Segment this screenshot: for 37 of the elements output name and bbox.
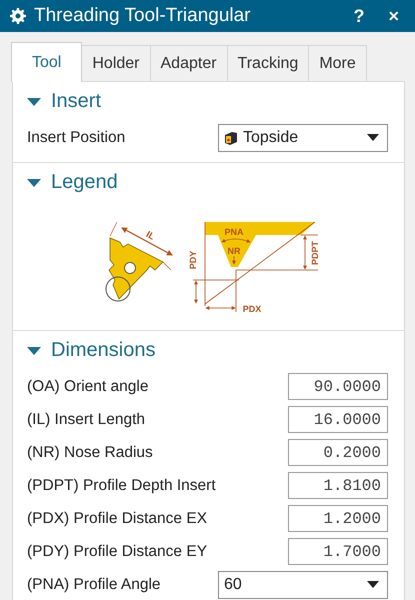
dimension-label: PDY <box>188 250 198 270</box>
help-button[interactable]: ? <box>345 6 372 26</box>
section-header[interactable]: Insert <box>27 88 102 115</box>
field-label: (PDX) Profile Distance EX <box>27 510 208 528</box>
dropdown-arrow-icon <box>367 581 379 588</box>
close-button[interactable]: × <box>380 6 407 26</box>
field-label: (PNA) Profile Angle <box>27 576 161 594</box>
tab[interactable]: Tool <box>11 42 82 82</box>
dimension-label: PDX <box>242 304 261 314</box>
caret-icon <box>27 178 41 188</box>
insert-position-icon <box>224 130 238 146</box>
number-field[interactable]: 16.0000 <box>288 406 388 433</box>
field-label: (PDPT) Profile Depth Insert <box>27 476 216 494</box>
section-header[interactable]: Dimensions <box>27 337 156 364</box>
dimension-label: PNA <box>224 227 243 237</box>
dimension-label: PDPT <box>310 241 320 265</box>
field-label: (NR) Nose Radius <box>27 444 153 462</box>
dimension-label: IL <box>144 229 156 242</box>
dropdown-arrow-icon <box>367 134 379 141</box>
dropdown[interactable]: Topside <box>218 124 388 152</box>
caret-icon <box>27 96 41 106</box>
number-field[interactable]: 0.2000 <box>288 439 388 466</box>
field-label: (PDY) Profile Distance EY <box>27 542 208 560</box>
dimension-label: NR <box>227 246 240 256</box>
number-field[interactable]: 1.8100 <box>288 472 388 499</box>
number-field[interactable]: 1.2000 <box>288 505 388 532</box>
settings-icon[interactable] <box>10 8 26 24</box>
number-field[interactable]: 1.7000 <box>288 538 388 565</box>
field-label: Insert Position <box>27 128 126 146</box>
caret-icon <box>27 346 41 356</box>
dropdown[interactable]: 60 <box>218 570 388 598</box>
section-header[interactable]: Legend <box>27 169 118 196</box>
number-field[interactable]: 90.0000 <box>288 373 388 400</box>
tab[interactable]: More <box>308 45 367 81</box>
field-label: (IL) Insert Length <box>27 410 146 428</box>
window-title: Threading Tool-Triangular <box>34 5 252 27</box>
field-label: (OA) Orient angle <box>27 378 148 396</box>
